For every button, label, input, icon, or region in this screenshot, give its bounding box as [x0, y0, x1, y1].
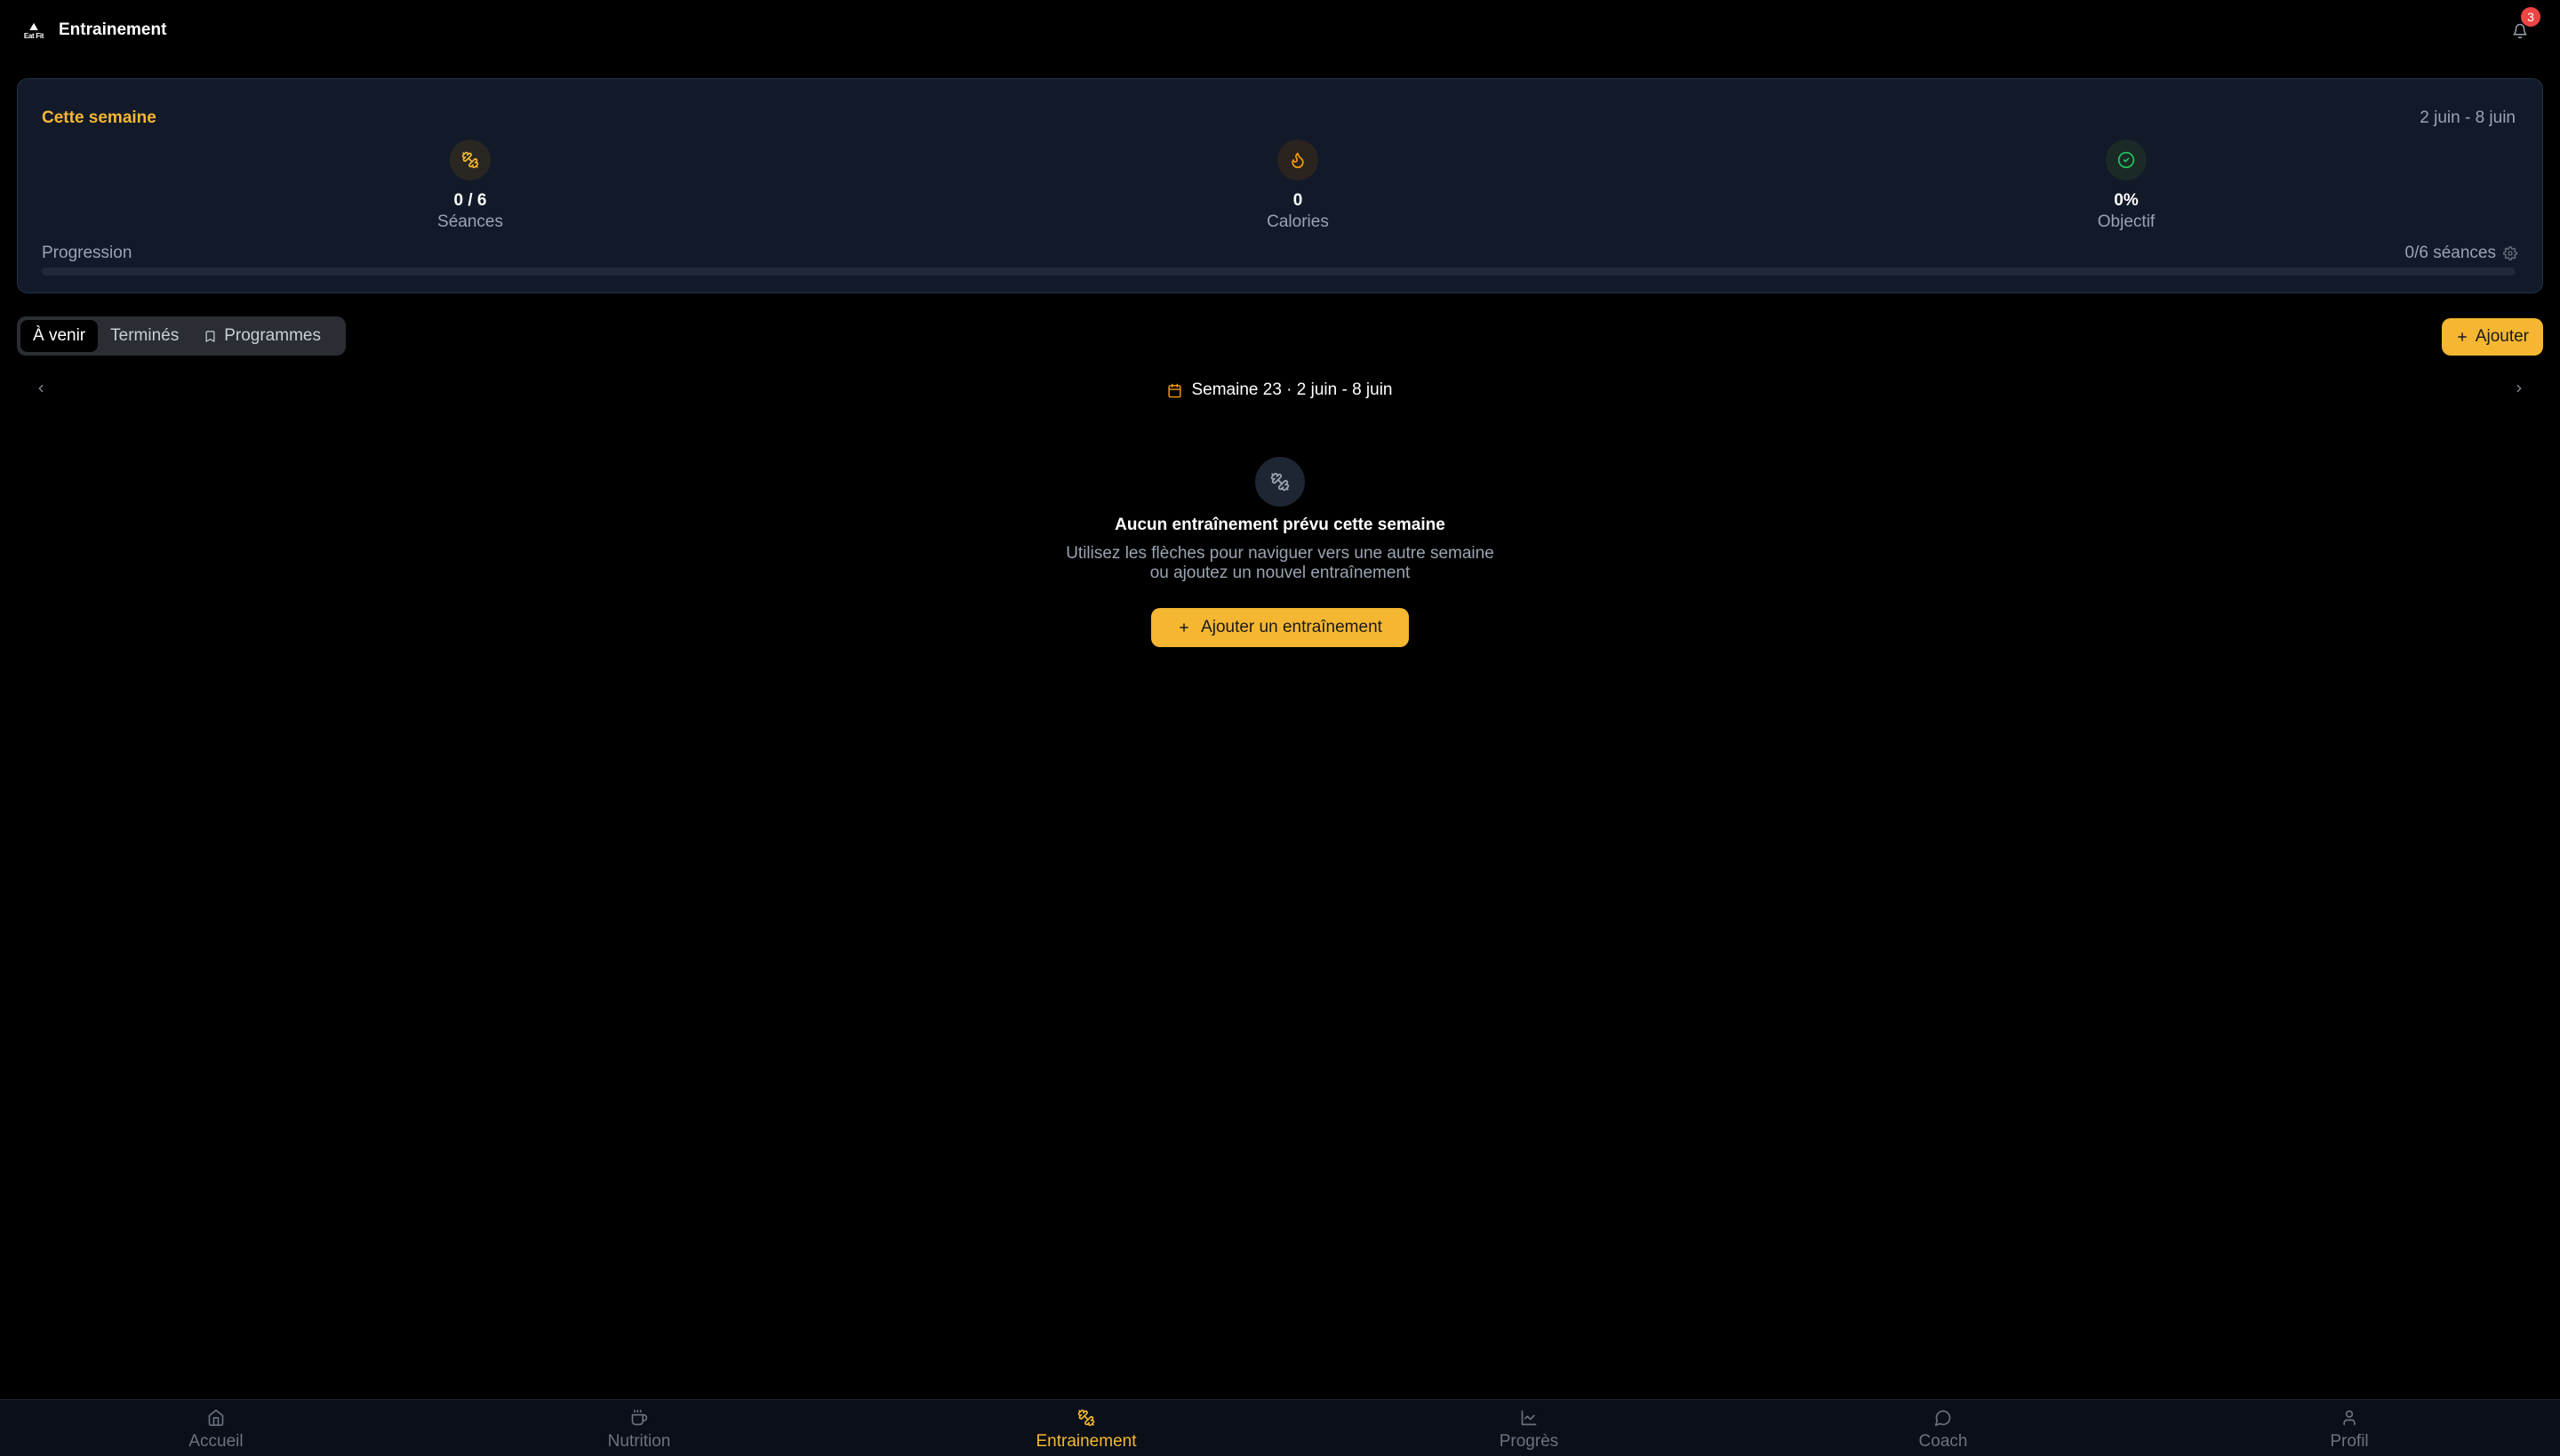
- stat-sessions: 0 / 6 Séances: [364, 140, 577, 232]
- chat-icon: [1934, 1410, 1951, 1427]
- stat-value: 0 / 6: [453, 191, 487, 210]
- progress-label: Progression: [42, 244, 132, 262]
- nav-item-label: Coach: [1918, 1432, 1968, 1451]
- nav-item-label: Nutrition: [607, 1432, 671, 1451]
- cup-icon: [631, 1409, 648, 1426]
- nav-item-progress[interactable]: Progrès: [1458, 1409, 1600, 1452]
- notification-badge: 3: [2521, 7, 2540, 27]
- app-logo[interactable]: ⛰ Eat Fit: [21, 18, 46, 43]
- nav-item-label: Profil: [2330, 1432, 2369, 1451]
- add-workout-label: Ajouter un entraînement: [1201, 618, 1382, 636]
- stat-objective: 0% Objectif: [2020, 140, 2233, 232]
- add-button[interactable]: Ajouter: [2441, 318, 2543, 356]
- progress-summary: 0/6 séances: [2405, 244, 2517, 263]
- empty-state-description: Utilisez les flèches pour naviguer vers …: [0, 544, 2560, 583]
- week-selector: Semaine 23 · 2 juin - 8 juin: [0, 377, 2560, 404]
- page-title: Entrainement: [59, 20, 167, 39]
- nav-item-coach[interactable]: Coach: [1872, 1409, 2014, 1452]
- empty-state-line: ou ajoutez un nouvel entraînement: [1149, 564, 1411, 582]
- calendar-icon: [1168, 383, 1182, 397]
- logo-mark-icon: ⛰: [28, 20, 39, 33]
- week-card-title: Cette semaine: [42, 108, 156, 127]
- plus-icon: [2457, 332, 2467, 341]
- nav-item-home[interactable]: Accueil: [145, 1409, 287, 1452]
- tab-label: À venir: [33, 326, 86, 345]
- stat-label: Calories: [1267, 212, 1329, 231]
- bottom-navigation: Accueil Nutrition Entrainement Progrès C…: [0, 1399, 2560, 1456]
- tab-upcoming[interactable]: À venir: [20, 320, 99, 352]
- progress-text: 0/6 séances: [2404, 244, 2496, 262]
- tab-programs[interactable]: Programmes: [191, 320, 333, 352]
- home-icon: [208, 1409, 224, 1427]
- chevron-right-icon: [2516, 384, 2522, 393]
- nav-item-profile[interactable]: Profil: [2278, 1409, 2420, 1452]
- plus-icon: [1180, 623, 1188, 632]
- notifications-button[interactable]: 3: [2508, 7, 2540, 43]
- add-workout-button[interactable]: Ajouter un entraînement: [1151, 608, 1409, 647]
- workout-tabs: À venir Terminés Programmes: [17, 316, 346, 356]
- bookmark-icon: [205, 330, 215, 342]
- progress-bar: [42, 268, 2516, 276]
- next-week-button[interactable]: [2510, 377, 2528, 400]
- empty-state-line: Utilisez les flèches pour naviguer vers …: [1066, 544, 1494, 563]
- stat-label: Objectif: [2097, 212, 2156, 231]
- dumbbell-icon: [450, 140, 491, 180]
- stat-calories: 0 Calories: [1191, 140, 1404, 232]
- logo-text: Eat Fit: [23, 31, 44, 40]
- check-circle-icon: [2106, 140, 2147, 180]
- week-summary-card: Cette semaine 2 juin - 8 juin 0 / 6 Séan…: [17, 78, 2543, 293]
- nav-item-nutrition[interactable]: Nutrition: [568, 1409, 710, 1452]
- nav-item-training[interactable]: Entrainement: [1015, 1409, 1157, 1452]
- nav-item-label: Progrès: [1499, 1432, 1559, 1451]
- chart-icon: [1521, 1410, 1537, 1426]
- tab-label: Programmes: [224, 326, 321, 345]
- empty-state-icon: [1255, 457, 1305, 507]
- user-icon: [2343, 1410, 2356, 1426]
- add-button-label: Ajouter: [2475, 327, 2529, 346]
- tab-completed[interactable]: Terminés: [98, 320, 191, 352]
- flame-icon: [1277, 140, 1318, 180]
- dumbbell-icon: [1077, 1409, 1095, 1427]
- nav-item-label: Accueil: [188, 1432, 244, 1451]
- week-label: Semaine 23 · 2 juin - 8 juin: [1191, 380, 1393, 399]
- app-header: ⛰ Eat Fit Entrainement 3: [0, 0, 2560, 60]
- empty-state-title: Aucun entraînement prévu cette semaine: [1115, 516, 1445, 534]
- stat-value: 0: [1292, 191, 1303, 210]
- settings-icon[interactable]: [2503, 246, 2517, 260]
- nav-item-label: Entrainement: [1036, 1432, 1137, 1451]
- tab-label: Terminés: [110, 326, 180, 345]
- stat-label: Séances: [437, 212, 503, 231]
- dumbbell-icon: [1270, 472, 1290, 492]
- stat-value: 0%: [2114, 191, 2139, 210]
- week-card-range: 2 juin - 8 juin: [2420, 108, 2516, 127]
